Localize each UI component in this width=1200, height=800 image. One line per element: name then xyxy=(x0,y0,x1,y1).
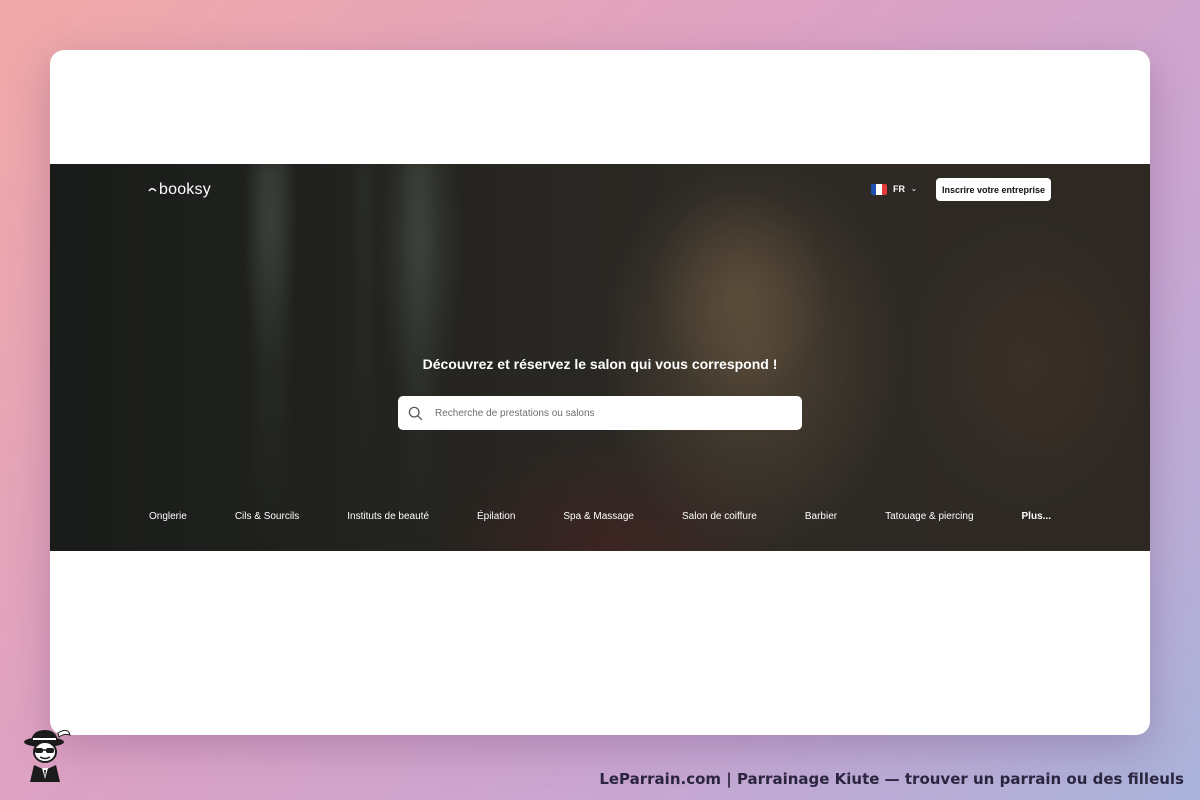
category-nav: Onglerie Cils & Sourcils Instituts de be… xyxy=(149,509,1051,523)
category-link-more[interactable]: Plus... xyxy=(1022,511,1051,522)
register-business-button[interactable]: Inscrire votre entreprise xyxy=(936,178,1051,201)
category-link-barbier[interactable]: Barbier xyxy=(805,511,837,522)
chevron-down-icon: ⌄ xyxy=(911,186,917,193)
category-link-salon-coiffure[interactable]: Salon de coiffure xyxy=(682,511,757,522)
spy-mascot-icon xyxy=(18,727,72,783)
category-link-tatouage-piercing[interactable]: Tatouage & piercing xyxy=(885,511,973,522)
category-link-instituts-beaute[interactable]: Instituts de beauté xyxy=(347,511,429,522)
france-flag-icon xyxy=(871,183,887,195)
category-link-epilation[interactable]: Épilation xyxy=(477,511,515,522)
logo-text: booksy xyxy=(159,181,211,198)
category-link-cils-sourcils[interactable]: Cils & Sourcils xyxy=(235,511,299,522)
category-link-onglerie[interactable]: Onglerie xyxy=(149,511,187,522)
footer-caption: LeParrain.com | Parrainage Kiute — trouv… xyxy=(599,770,1184,788)
language-code: FR xyxy=(893,184,905,194)
booksy-logo[interactable]: booksy xyxy=(148,178,211,202)
language-selector[interactable]: FR ⌄ xyxy=(871,182,917,196)
hero-headline: Découvrez et réservez le salon qui vous … xyxy=(422,356,778,372)
search-input[interactable] xyxy=(435,407,775,419)
search-icon xyxy=(408,406,423,421)
category-link-spa-massage[interactable]: Spa & Massage xyxy=(563,511,634,522)
search-bar[interactable] xyxy=(398,396,802,430)
hero-section: booksy FR ⌄ Inscrire votre entreprise Dé… xyxy=(50,164,1150,551)
logo-wave-icon xyxy=(148,187,157,193)
screenshot-card: booksy FR ⌄ Inscrire votre entreprise Dé… xyxy=(50,50,1150,735)
